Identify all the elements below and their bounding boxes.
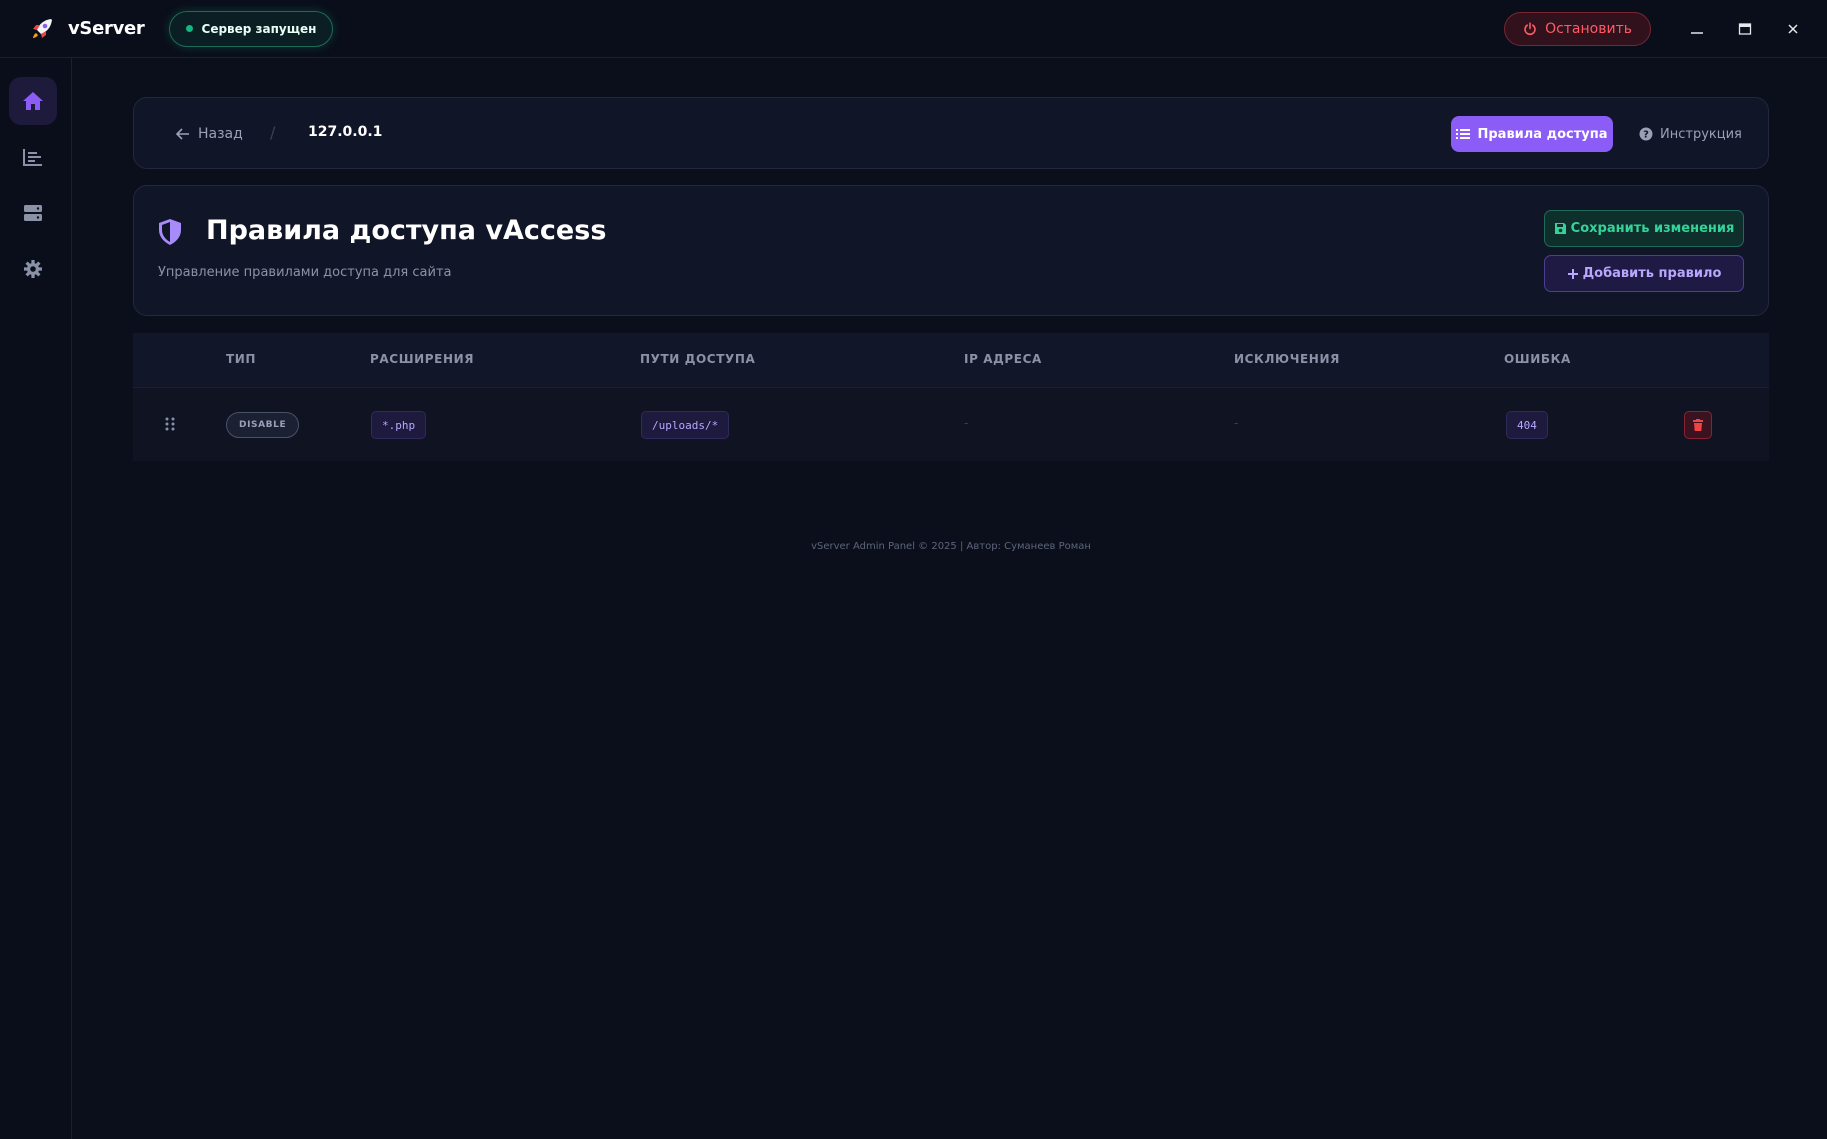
breadcrumb-separator: / <box>270 123 276 142</box>
list-icon <box>1456 129 1471 139</box>
minimize-icon <box>1691 31 1703 34</box>
save-changes-button[interactable]: Сохранить изменения <box>1544 210 1744 247</box>
column-header-ip: IP АДРЕСА <box>964 352 1042 366</box>
app-name: vServer <box>68 18 145 39</box>
server-icon <box>24 205 42 221</box>
breadcrumb: Назад / 127.0.0.1 Правила доступа ? Инст… <box>133 97 1769 169</box>
stop-server-label: Остановить <box>1545 20 1632 37</box>
rocket-icon <box>28 15 56 43</box>
column-header-error: ОШИБКА <box>1504 352 1571 366</box>
close-window-button[interactable] <box>1769 9 1817 49</box>
exceptions-value: - <box>1234 416 1239 430</box>
back-label: Назад <box>198 126 243 142</box>
page-title: Правила доступа vAccess <box>206 215 607 246</box>
save-changes-label: Сохранить изменения <box>1570 221 1735 236</box>
save-icon <box>1554 223 1566 234</box>
sidebar-item-settings[interactable] <box>9 245 57 293</box>
access-rules-tab-button[interactable]: Правила доступа <box>1451 116 1613 152</box>
column-header-exceptions: ИСКЛЮЧЕНИЯ <box>1234 352 1340 366</box>
gear-icon <box>24 260 42 278</box>
drag-handle-icon[interactable] <box>165 417 175 431</box>
column-header-paths: ПУТИ ДОСТУПА <box>640 352 756 366</box>
home-icon <box>23 92 43 110</box>
status-dot-icon <box>185 25 193 32</box>
title-bar: vServer Сервер запущен Остановить <box>0 0 1827 58</box>
column-header-type: ТИП <box>226 352 257 366</box>
minimize-button[interactable] <box>1673 9 1721 49</box>
extension-chip[interactable]: *.php <box>371 411 427 439</box>
access-rules-label: Правила доступа <box>1477 126 1608 142</box>
sidebar <box>0 58 72 1139</box>
maximize-icon <box>1738 22 1752 35</box>
trash-icon <box>1693 419 1703 431</box>
back-link[interactable]: Назад <box>176 122 243 146</box>
column-header-extensions: РАСШИРЕНИЯ <box>370 352 475 366</box>
stop-server-button[interactable]: Остановить <box>1504 11 1651 46</box>
table-header: ТИП РАСШИРЕНИЯ ПУТИ ДОСТУПА IP АДРЕСА ИС… <box>133 333 1769 387</box>
rule-type-badge[interactable]: DISABLE <box>226 412 300 438</box>
question-circle-icon: ? <box>1639 127 1653 141</box>
shield-icon <box>159 219 181 245</box>
plus-icon <box>1567 268 1578 279</box>
add-rule-button[interactable]: Добавить правило <box>1544 255 1744 292</box>
power-icon <box>1524 21 1536 35</box>
page-subtitle: Управление правилами доступа для сайта <box>158 265 452 280</box>
table-row: DISABLE *.php /uploads/* - - 404 <box>133 387 1769 461</box>
sidebar-item-servers[interactable] <box>9 189 57 237</box>
close-icon <box>1788 23 1798 34</box>
brand: vServer <box>28 15 145 43</box>
instruction-label: Инструкция <box>1660 126 1742 142</box>
footer-text: vServer Admin Panel © 2025 | Автор: Сума… <box>811 541 1091 552</box>
server-status-badge: Сервер запущен <box>168 10 334 47</box>
sidebar-item-home[interactable] <box>9 77 57 125</box>
ip-value: - <box>964 416 969 430</box>
add-rule-label: Добавить правило <box>1582 266 1722 281</box>
error-code-chip[interactable]: 404 <box>1506 411 1548 439</box>
delete-rule-button[interactable] <box>1684 411 1712 439</box>
server-status-label: Сервер запущен <box>201 21 317 36</box>
maximize-button[interactable] <box>1721 9 1769 49</box>
rules-table: ТИП РАСШИРЕНИЯ ПУТИ ДОСТУПА IP АДРЕСА ИС… <box>133 333 1769 461</box>
page-header: Правила доступа vAccess Управление прави… <box>133 185 1769 316</box>
instruction-link[interactable]: ? Инструкция <box>1639 122 1742 146</box>
sidebar-item-stats[interactable] <box>9 133 57 181</box>
path-chip[interactable]: /uploads/* <box>641 411 730 439</box>
chart-icon <box>23 149 42 166</box>
arrow-left-icon <box>176 128 189 140</box>
breadcrumb-current: 127.0.0.1 <box>308 124 383 140</box>
svg-text:?: ? <box>1643 130 1649 141</box>
